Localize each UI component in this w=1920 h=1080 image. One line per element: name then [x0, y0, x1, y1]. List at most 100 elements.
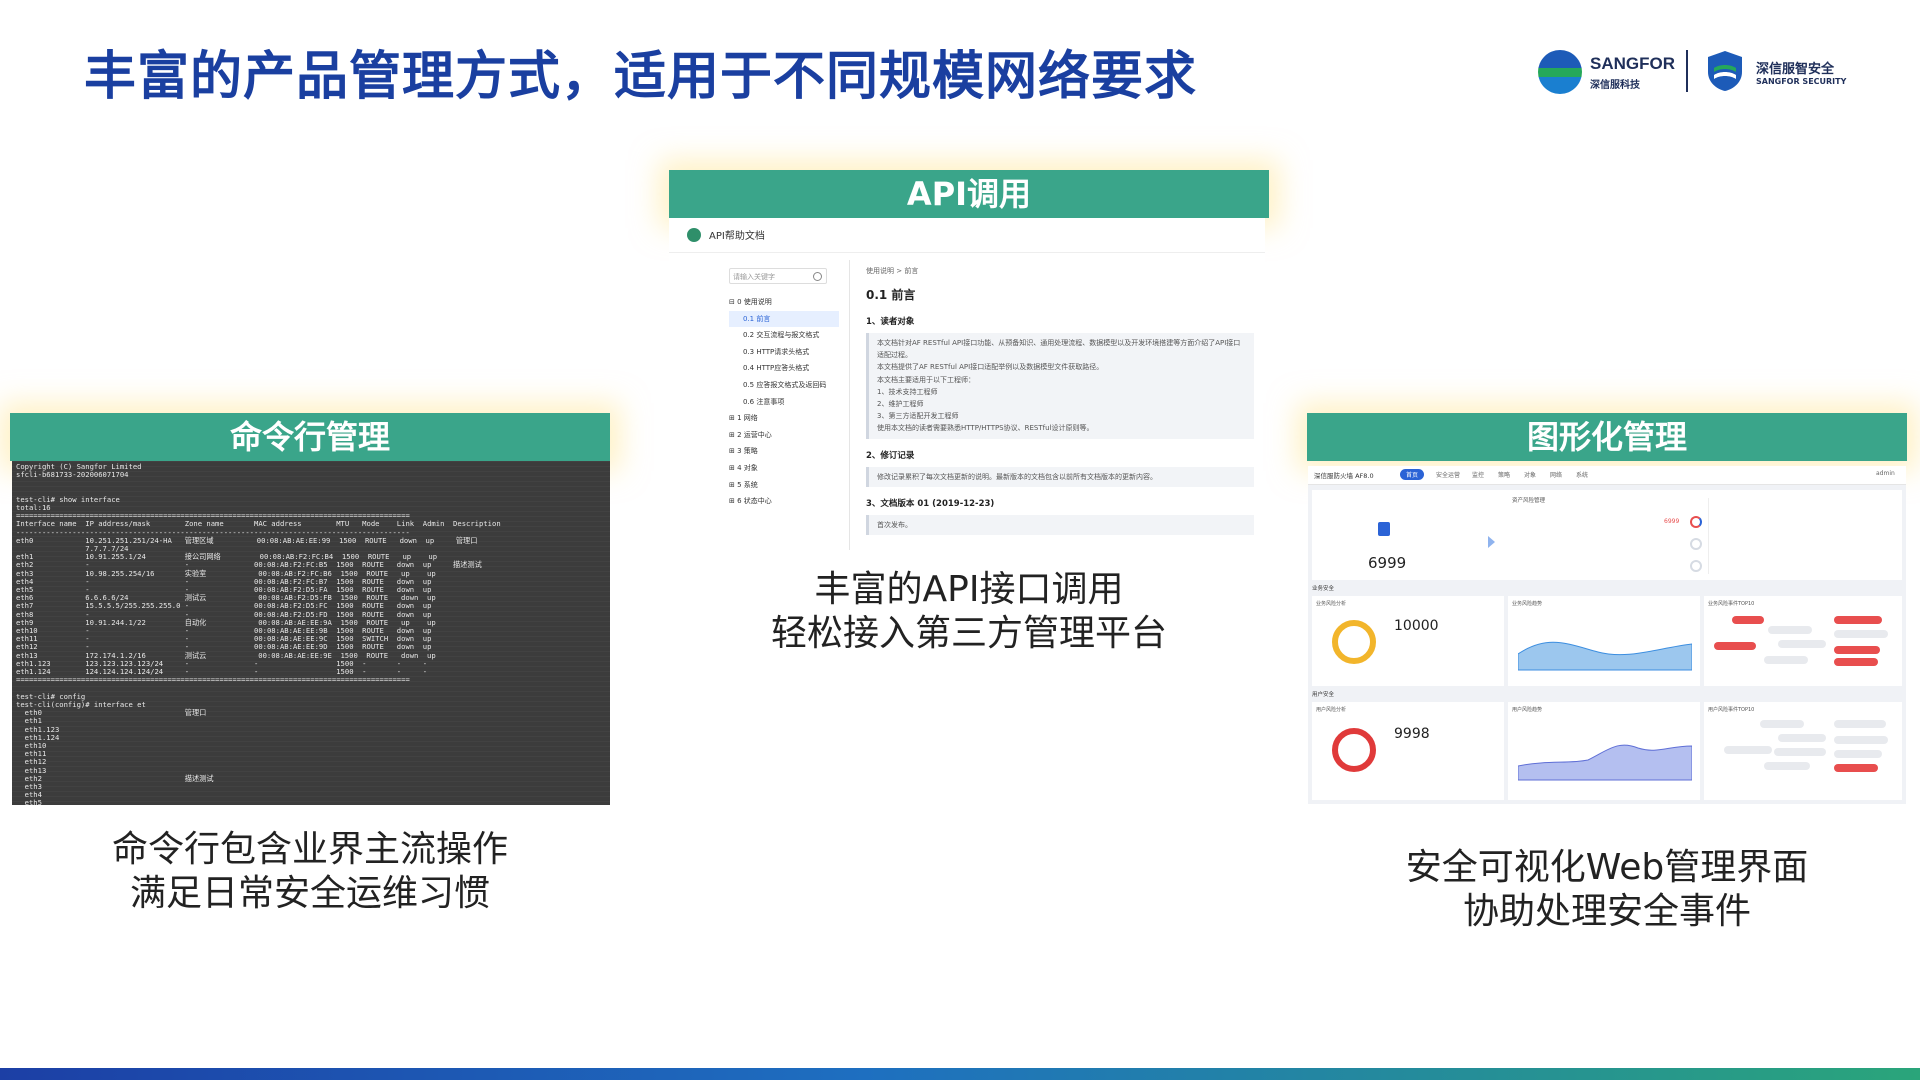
risk-tag [1774, 748, 1826, 756]
tab-monitor[interactable]: 监控 [1472, 470, 1484, 479]
cli-panel-header: 命令行管理 [10, 413, 610, 461]
user-trend-area [1518, 744, 1692, 781]
user-top-card: 用户风险事件TOP10 [1704, 702, 1902, 800]
risk-tag [1732, 616, 1764, 624]
biz-trend-area [1518, 641, 1692, 671]
risk-ring [1690, 516, 1702, 528]
biz-top-card: 业务风险事件TOP10 [1704, 596, 1902, 686]
alert-device-icon [1378, 522, 1390, 536]
doc-logo-icon [687, 228, 701, 242]
gui-caption-line2: 协助处理安全事件 [1462, 891, 1751, 932]
dashboard-topbar: 深信服防火墙 AF8.0 首页 安全运营 监控 策略 对象 网络 系统 admi… [1308, 466, 1906, 485]
chevron-right-icon [1488, 536, 1495, 548]
risk-tag [1834, 616, 1882, 624]
doc-nav-item[interactable]: ⊞ 4 对象 [729, 460, 839, 477]
biz-security-label: 业务安全 [1312, 586, 1335, 592]
logo-brand-cn: 深信服科技 [1590, 80, 1640, 91]
doc-nav-item[interactable]: 0.6 注意事项 [729, 394, 839, 411]
user-security-label: 用户安全 [1312, 692, 1335, 698]
user-trend-title: 用户风险趋势 [1512, 707, 1543, 713]
doc-nav-item[interactable]: ⊞ 6 状态中心 [729, 493, 839, 510]
gui-caption-line1: 安全可视化Web管理界面 [1405, 847, 1809, 888]
tab-network[interactable]: 网络 [1550, 470, 1562, 479]
gui-panel-header: 图形化管理 [1307, 413, 1907, 461]
doc-nav-item[interactable]: ⊟ 0 使用说明 [729, 294, 839, 311]
risk-tag [1764, 762, 1810, 770]
doc-nav-item[interactable]: ⊞ 2 运营中心 [729, 427, 839, 444]
biz-donut [1332, 620, 1376, 664]
logo-security-cn: 深信服智安全 [1756, 61, 1835, 76]
big-count: 6999 [1368, 554, 1407, 572]
biz-card-title: 业务风险分析 [1316, 601, 1347, 607]
breadcrumb: 使用说明 > 前言 [866, 267, 919, 275]
top-title: 业务风险事件TOP10 [1708, 601, 1755, 607]
doc-section-2-title: 2、修订记录 [866, 450, 915, 461]
risk-value: 6999 [1664, 518, 1680, 525]
biz-total: 10000 [1394, 618, 1439, 634]
user-name[interactable]: admin [1876, 470, 1895, 477]
doc-nav-item[interactable]: ⊞ 3 策略 [729, 443, 839, 460]
tab-object[interactable]: 对象 [1524, 470, 1536, 479]
doc-nav-tree: ⊟ 0 使用说明 0.1 前言 0.2 交互流程与报文格式 0.3 HTTP请求头格式… [729, 294, 839, 510]
security-shield-icon [1708, 51, 1742, 91]
dashboard-brand: 深信服防火墙 AF8.0 [1314, 472, 1374, 480]
biz-risk-card: 业务风险分析 10000 [1312, 596, 1504, 686]
doc-nav-item[interactable]: ⊞ 1 网络 [729, 410, 839, 427]
doc-section-2-box: 修改记录累积了每次文档更新的说明。最新版本的文档包含以前所有文档版本的更新内容。 [866, 466, 1254, 487]
doc-nav-item[interactable]: 0.3 HTTP请求头格式 [729, 344, 839, 361]
biz-trend-card: 业务风险趋势 [1508, 596, 1700, 686]
page-title: 丰富的产品管理方式，适用于不同规模网络要求 [84, 47, 1198, 107]
web-dashboard-screenshot: 深信服防火墙 AF8.0 首页 安全运营 监控 策略 对象 网络 系统 admi… [1308, 466, 1906, 804]
doc-line: 本文档主要适用于以下工程师： [877, 375, 975, 384]
doc-heading: 0.1 前言 [866, 288, 916, 302]
doc-section-1-title: 1、读者对象 [866, 317, 915, 327]
tab-security-ops[interactable]: 安全运营 [1436, 470, 1460, 479]
logo-divider [1686, 50, 1688, 92]
risk-tag [1778, 640, 1826, 648]
api-caption: 丰富的API接口调用 轻松接入第三方管理平台 [669, 568, 1269, 656]
gui-caption: 安全可视化Web管理界面 协助处理安全事件 [1307, 846, 1907, 934]
doc-search-placeholder: 请输入关键字 [733, 273, 775, 281]
cli-caption-line2: 满足日常安全运维习惯 [129, 873, 490, 914]
cli-caption: 命令行包含业界主流操作 满足日常安全运维习惯 [10, 828, 610, 916]
api-doc-sidebar: 请输入关键字 ⊟ 0 使用说明 0.1 前言 0.2 交互流程与报文格式 0.3 HT… [729, 268, 839, 510]
tab-home[interactable]: 首页 [1400, 469, 1425, 480]
doc-nav-item[interactable]: ⊞ 5 系统 [729, 477, 839, 494]
risk-tag [1714, 642, 1756, 650]
user-donut [1332, 728, 1376, 772]
tab-policy[interactable]: 策略 [1498, 470, 1510, 479]
risk-tag [1834, 658, 1878, 666]
risk-tag [1724, 746, 1772, 754]
terminal-output: Copyright (C) Sangfor Limited sfcli-b681… [16, 462, 501, 805]
api-doc-screenshot: API帮助文档 请输入关键字 ⊟ 0 使用说明 0.1 前言 0.2 交互流程与报文… [669, 218, 1265, 554]
risk-tag [1834, 736, 1888, 744]
user-risk-card: 用户风险分析 9998 [1312, 702, 1504, 800]
risk-tag [1834, 750, 1882, 758]
risk-tag [1778, 734, 1826, 742]
risk-title: 资产风险管理 [1512, 498, 1546, 504]
bottom-gradient-band [0, 1068, 1920, 1080]
divider [1708, 498, 1709, 574]
doc-line: 本文档提供了AF RESTful API接口适配举例以及数据模型文件获取路径。 [877, 363, 1104, 372]
doc-line: 2、维护工程师 [877, 400, 924, 409]
doc-nav-item[interactable]: 0.1 前言 [729, 310, 839, 328]
doc-nav-item[interactable]: 0.4 HTTP应答头格式 [729, 360, 839, 377]
doc-section-3-box: 首次发布。 [866, 514, 1254, 536]
risk-tag [1768, 626, 1812, 634]
risk-overview-card: 6999 资产风险管理 6999 [1312, 490, 1902, 580]
doc-nav-item[interactable]: 0.2 交互流程与报文格式 [729, 327, 839, 344]
trend-title: 业务风险趋势 [1512, 601, 1543, 607]
risk-tag [1760, 720, 1804, 728]
cli-caption-line1: 命令行包含业界主流操作 [111, 829, 508, 870]
doc-search-input[interactable]: 请输入关键字 [729, 268, 827, 284]
doc-nav-item[interactable]: 0.5 应答报文格式及返回码 [729, 377, 839, 394]
tab-system[interactable]: 系统 [1576, 470, 1588, 479]
risk-tag [1834, 720, 1886, 728]
api-doc-topbar: API帮助文档 [669, 218, 1265, 253]
logo-security-en: SANGFOR SECURITY [1756, 77, 1847, 86]
risk-tag [1834, 764, 1878, 772]
sangfor-logo: SANGFOR 深信服科技 深信服智安全 SANGFOR SECURITY [1538, 48, 1846, 98]
user-trend-card: 用户风险趋势 [1508, 702, 1700, 800]
doc-line: 1、技术支持工程师 [877, 387, 938, 396]
risk-ring-3 [1690, 560, 1702, 572]
